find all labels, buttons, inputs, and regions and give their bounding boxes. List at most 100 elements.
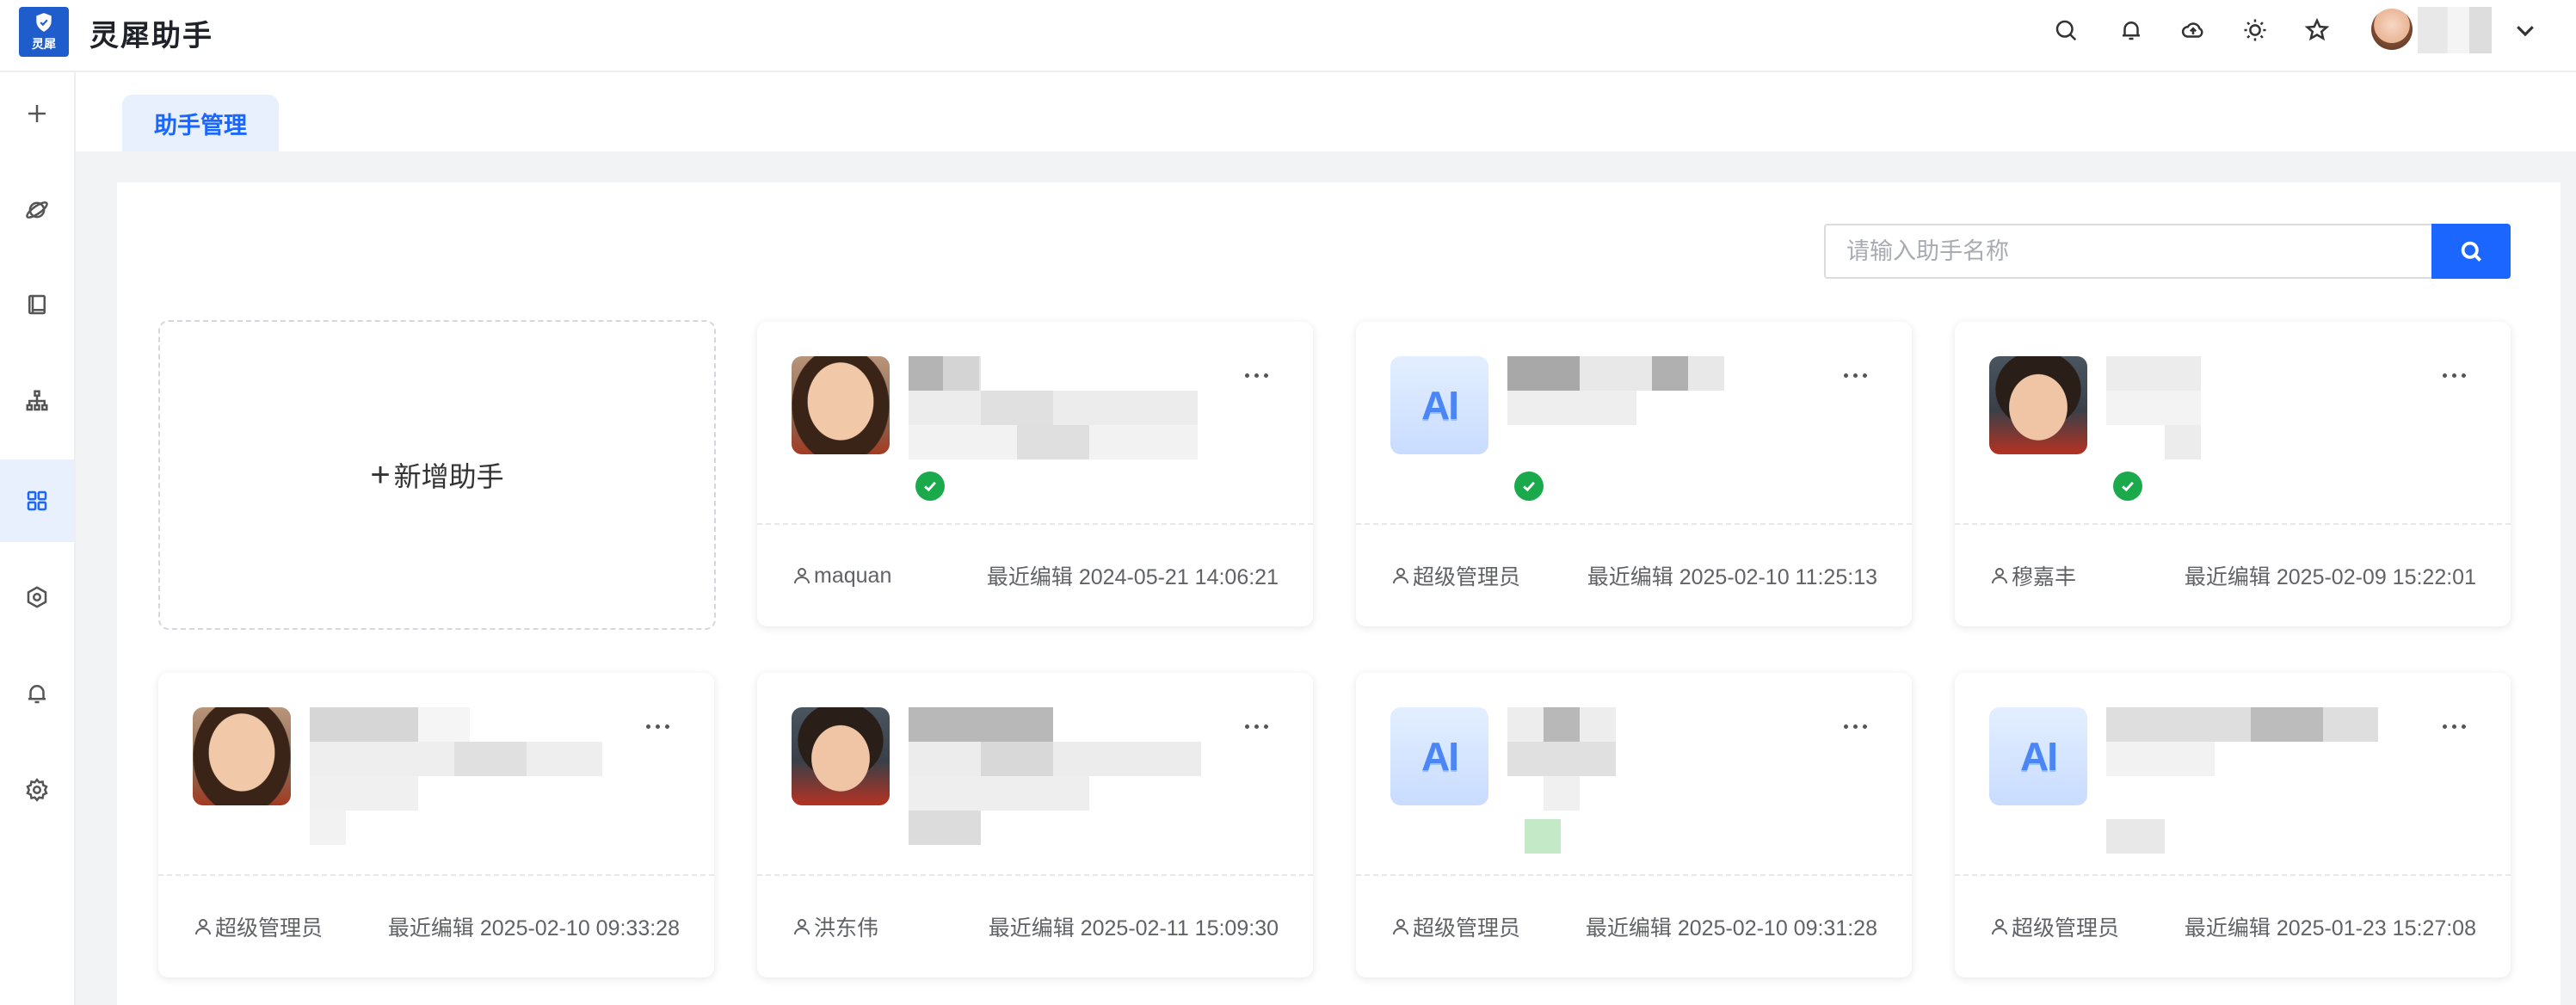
tab-assistant-management[interactable]: 助手管理 <box>122 95 279 151</box>
assistant-card[interactable]: 超级管理员 最近编辑 2025-02-10 09:33:28 <box>158 673 714 977</box>
published-check-icon <box>2113 472 2142 501</box>
plus-icon: + <box>370 455 391 494</box>
owner-name: 穆嘉丰 <box>2012 565 2077 589</box>
sidebar-item-explore[interactable] <box>0 169 74 251</box>
assistant-card[interactable]: 洪东伟 最近编辑 2025-02-11 15:09:30 <box>757 673 1313 977</box>
planet-icon <box>26 201 48 219</box>
search-icon <box>2461 241 2481 262</box>
owner-name: 超级管理员 <box>215 916 324 940</box>
more-options-icon[interactable] <box>1239 716 1273 737</box>
user-icon <box>794 568 810 584</box>
assistant-card[interactable]: 穆嘉丰 最近编辑 2025-02-09 15:22:01 <box>1955 322 2511 626</box>
assistant-card[interactable]: maquan 最近编辑 2024-05-21 14:06:21 <box>757 322 1313 626</box>
cloud-upload-icon[interactable] <box>2179 15 2208 45</box>
sidebar-item-assistants[interactable] <box>0 459 74 542</box>
user-avatar[interactable] <box>2371 9 2413 50</box>
last-edited: 最近编辑 2025-02-10 09:31:28 <box>1585 916 1877 940</box>
user-icon <box>1992 568 2007 584</box>
bell-icon <box>28 685 46 704</box>
add-assistant-card[interactable]: + 新增助手 <box>158 320 716 630</box>
published-check-icon <box>1514 472 1544 501</box>
assistant-name-blurred <box>1507 707 1800 811</box>
assistant-name-blurred <box>1507 356 1800 459</box>
card-footer: 超级管理员 最近编辑 2025-02-10 11:25:13 <box>1356 525 1912 626</box>
published-check-icon <box>915 472 945 501</box>
assistant-avatar: AI <box>1390 356 1488 454</box>
app-logo[interactable]: 灵犀 <box>19 7 69 57</box>
top-header: 灵犀 灵犀助手 <box>0 0 2576 72</box>
assistant-card[interactable]: AI 超级管理员 最近编辑 2025-02-10 09:31:28 <box>1356 673 1912 977</box>
last-edited: 最近编辑 2025-01-23 15:27:08 <box>2184 916 2476 940</box>
user-icon <box>1393 568 1408 584</box>
apps-grid-icon <box>27 490 47 511</box>
card-footer: 穆嘉丰 最近编辑 2025-02-09 15:22:01 <box>1955 525 2511 626</box>
user-icon <box>1393 919 1408 935</box>
org-tree-icon <box>26 390 48 411</box>
owner-name: 超级管理员 <box>1413 565 1521 589</box>
last-edited: 最近编辑 2025-02-10 09:33:28 <box>387 916 680 940</box>
shield-logo-icon <box>36 13 52 32</box>
assistant-card[interactable]: AI 超级管理员 最近编辑 2025-01-23 15:27:08 <box>1955 673 2511 977</box>
tabs-bar: 助手管理 <box>76 72 2576 151</box>
chevron-down-icon[interactable] <box>2512 17 2538 43</box>
card-owner: 超级管理员 <box>1390 911 1520 942</box>
assistant-avatar: AI <box>1989 707 2087 805</box>
sidebar-item-settings[interactable] <box>0 749 74 831</box>
sidebar-item-models[interactable] <box>0 556 74 638</box>
sidebar-item-knowledge[interactable] <box>0 263 74 346</box>
assistant-avatar <box>792 707 890 805</box>
card-owner: 洪东伟 <box>792 911 878 942</box>
last-edited: 最近编辑 2025-02-11 15:09:30 <box>988 916 1279 940</box>
logo-text: 灵犀 <box>32 37 56 51</box>
assistant-avatar <box>792 356 890 454</box>
assistant-name-blurred <box>909 356 1201 459</box>
gear-icon <box>26 778 48 802</box>
assistant-avatar: AI <box>1390 707 1488 805</box>
search-icon[interactable] <box>2051 15 2080 45</box>
ai-logo-text: AI <box>2020 734 2058 779</box>
owner-name: 超级管理员 <box>2012 916 2120 940</box>
ai-logo-text: AI <box>1421 383 1459 428</box>
card-owner: 超级管理员 <box>1390 560 1520 591</box>
card-owner: 穆嘉丰 <box>1989 560 2076 591</box>
owner-name: 洪东伟 <box>814 916 879 940</box>
assistant-avatar <box>193 707 291 805</box>
sidebar-item-notifications[interactable] <box>0 652 74 735</box>
star-icon[interactable] <box>2302 15 2332 45</box>
assistant-name-blurred <box>909 707 1201 845</box>
pending-status-badge <box>1525 819 1561 854</box>
card-footer: 洪东伟 最近编辑 2025-02-11 15:09:30 <box>757 876 1313 977</box>
book-icon <box>28 294 46 315</box>
owner-name: maquan <box>814 563 892 588</box>
sun-icon[interactable] <box>2240 15 2270 45</box>
user-name-blurred[interactable] <box>2418 7 2492 53</box>
assistant-name-blurred <box>2106 707 2399 854</box>
search-bar <box>1824 224 2511 279</box>
sidebar-item-workflow[interactable] <box>0 360 74 442</box>
last-edited: 最近编辑 2025-02-09 15:22:01 <box>2184 565 2476 589</box>
assistant-card[interactable]: AI 超级管理员 最近编辑 2025-02-10 11:25:13 <box>1356 322 1912 626</box>
more-options-icon[interactable] <box>2437 365 2471 385</box>
app-title: 灵犀助手 <box>89 20 213 52</box>
card-footer: maquan 最近编辑 2024-05-21 14:06:21 <box>757 525 1313 626</box>
more-options-icon[interactable] <box>1838 716 1872 737</box>
bell-icon[interactable] <box>2117 15 2146 45</box>
hexagon-settings-icon <box>27 586 47 608</box>
sidebar-item-new[interactable] <box>0 72 74 155</box>
add-assistant-label: 新增助手 <box>393 461 504 492</box>
search-button[interactable] <box>2431 224 2511 279</box>
card-footer: 超级管理员 最近编辑 2025-02-10 09:31:28 <box>1356 876 1912 977</box>
search-input[interactable] <box>1824 224 2431 279</box>
user-icon <box>195 919 211 935</box>
assistant-name-blurred <box>310 707 602 845</box>
more-options-icon[interactable] <box>1239 365 1273 385</box>
last-edited: 最近编辑 2024-05-21 14:06:21 <box>986 565 1279 589</box>
more-options-icon[interactable] <box>640 716 675 737</box>
last-edited: 最近编辑 2025-02-10 11:25:13 <box>1587 565 1877 589</box>
plus-icon <box>28 105 46 122</box>
owner-name: 超级管理员 <box>1413 916 1521 940</box>
more-options-icon[interactable] <box>2437 716 2471 737</box>
card-owner: maquan <box>792 564 891 589</box>
more-options-icon[interactable] <box>1838 365 1872 385</box>
assistant-name-blurred <box>2106 356 2399 459</box>
